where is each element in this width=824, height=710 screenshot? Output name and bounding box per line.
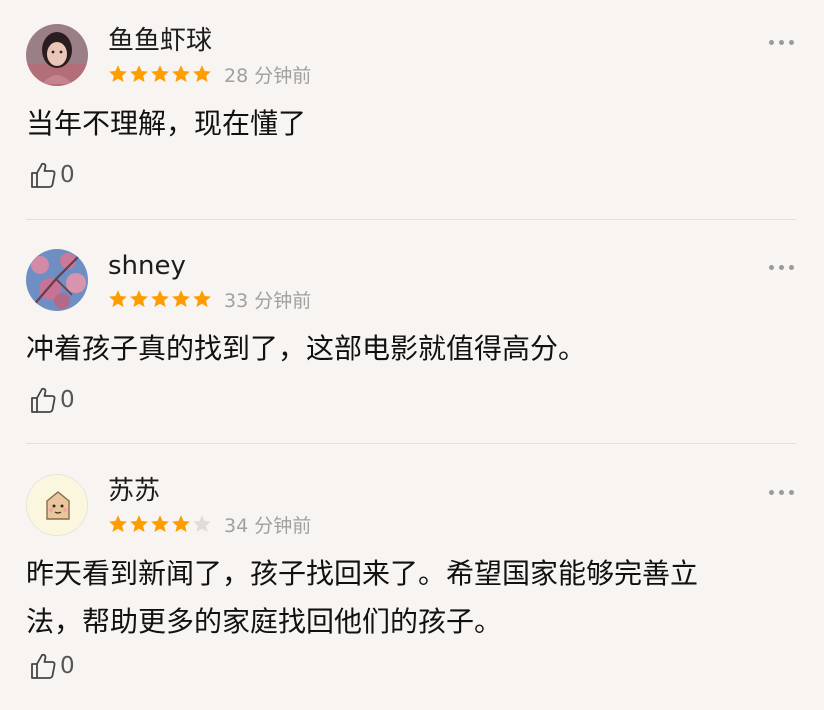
like-button[interactable]: 0 (28, 385, 75, 415)
star-filled-icon (109, 515, 127, 532)
more-dot-icon (769, 265, 774, 270)
divider (26, 443, 796, 444)
portrait-avatar-icon (26, 24, 88, 86)
timestamp: 34 分钟前 (224, 514, 312, 537)
star-empty-icon (193, 515, 211, 532)
comment-text-line: 昨天看到新闻了，孩子找回来了。希望国家能够完善立 (26, 557, 699, 590)
star-filled-icon (193, 290, 211, 307)
more-dot-icon (789, 490, 794, 495)
thumbs-up-icon (31, 387, 56, 413)
username[interactable]: shney (108, 249, 186, 283)
more-options-button[interactable] (769, 265, 794, 270)
star-filled-icon (130, 515, 148, 532)
comment-text-line: 当年不理解，现在懂了 (26, 107, 307, 140)
more-dot-icon (779, 265, 784, 270)
username[interactable]: 鱼鱼虾球 (108, 24, 212, 58)
blossom-avatar-icon (26, 249, 88, 311)
star-filled-icon (172, 290, 190, 307)
star-filled-icon (151, 515, 169, 532)
comment-text: 当年不理解，现在懂了 (26, 100, 806, 148)
like-button[interactable]: 0 (28, 651, 75, 681)
star-filled-icon (109, 290, 127, 307)
star-filled-icon (130, 290, 148, 307)
like-button[interactable]: 0 (28, 160, 75, 190)
star-filled-icon (151, 290, 169, 307)
star-filled-icon (130, 65, 148, 82)
more-dot-icon (789, 40, 794, 45)
rating-row: 28 分钟前 (108, 62, 312, 87)
comment-list: 鱼鱼虾球 28 分钟前 当年不理解，现在懂了 0 shney 33 分钟前 冲着… (0, 0, 824, 710)
rating-row: 34 分钟前 (108, 512, 312, 537)
more-options-button[interactable] (769, 490, 794, 495)
more-dot-icon (769, 40, 774, 45)
thumbs-up-icon (31, 162, 56, 188)
comment-text-line: 法，帮助更多的家庭找回他们的孩子。 (26, 605, 503, 638)
rating-row: 33 分钟前 (108, 287, 312, 312)
divider (26, 219, 796, 220)
star-filled-icon (172, 515, 190, 532)
like-count: 0 (60, 162, 75, 188)
username[interactable]: 苏苏 (108, 474, 160, 508)
more-dot-icon (779, 40, 784, 45)
star-filled-icon (151, 65, 169, 82)
star-filled-icon (193, 65, 211, 82)
comment-text: 昨天看到新闻了，孩子找回来了。希望国家能够完善立 法，帮助更多的家庭找回他们的孩… (26, 550, 806, 646)
like-count: 0 (60, 387, 75, 413)
star-rating (108, 64, 212, 84)
timestamp: 28 分钟前 (224, 64, 312, 87)
like-count: 0 (60, 653, 75, 679)
star-rating (108, 289, 212, 309)
timestamp: 33 分钟前 (224, 289, 312, 312)
comment-text: 冲着孩子真的找到了，这部电影就值得高分。 (26, 325, 806, 373)
star-filled-icon (109, 65, 127, 82)
star-filled-icon (172, 65, 190, 82)
more-options-button[interactable] (769, 40, 794, 45)
cartoon-avatar-icon (27, 475, 87, 535)
avatar[interactable] (26, 474, 88, 536)
more-dot-icon (769, 490, 774, 495)
avatar[interactable] (26, 249, 88, 311)
more-dot-icon (789, 265, 794, 270)
thumbs-up-icon (31, 653, 56, 679)
star-rating (108, 514, 212, 534)
more-dot-icon (779, 490, 784, 495)
avatar[interactable] (26, 24, 88, 86)
comment-text-line: 冲着孩子真的找到了，这部电影就值得高分。 (26, 332, 587, 365)
